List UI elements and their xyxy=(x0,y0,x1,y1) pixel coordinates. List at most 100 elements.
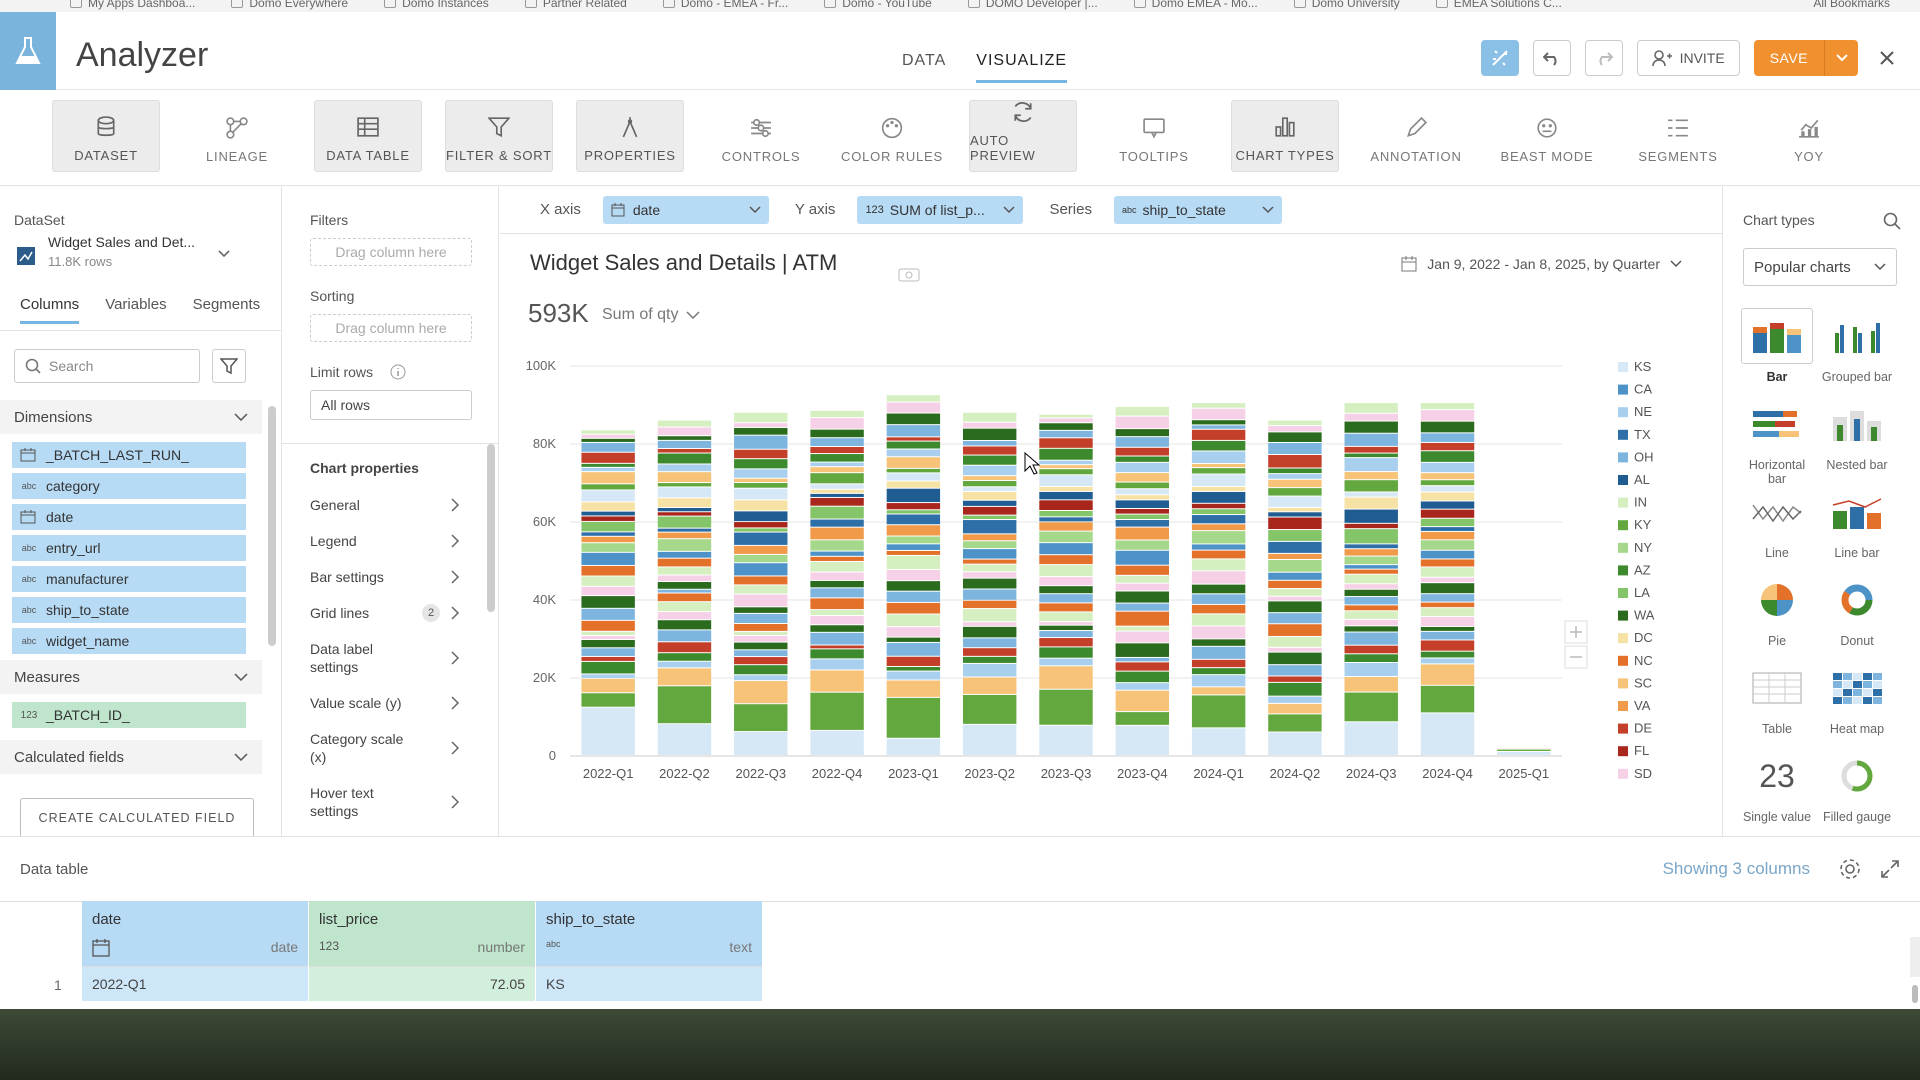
bar-segment[interactable] xyxy=(734,665,788,675)
bar-segment[interactable] xyxy=(734,613,788,624)
bar-segment[interactable] xyxy=(810,447,864,454)
chart-type-nested-bar[interactable]: Nested bar xyxy=(1821,396,1893,472)
bar-segment[interactable] xyxy=(1420,421,1475,433)
bookmark-item[interactable]: Domo - YouTube xyxy=(824,0,932,10)
legend-item[interactable]: KY xyxy=(1634,517,1652,532)
bar-segment[interactable] xyxy=(1115,690,1170,712)
info-icon[interactable] xyxy=(390,364,406,380)
bar-segment[interactable] xyxy=(1039,414,1093,418)
bar-segment[interactable] xyxy=(1115,489,1170,495)
bar-segment[interactable] xyxy=(1268,426,1322,432)
bar-segment[interactable] xyxy=(734,650,788,657)
bar-segment[interactable] xyxy=(886,642,941,656)
bar-segment[interactable] xyxy=(962,492,1017,500)
bar-segment[interactable] xyxy=(962,441,1017,446)
bar-segment[interactable] xyxy=(1115,657,1170,662)
bar-segment[interactable] xyxy=(1115,725,1170,755)
bar-segment[interactable] xyxy=(581,693,635,707)
bar-segment[interactable] xyxy=(1191,515,1246,524)
bar-segment[interactable] xyxy=(886,555,941,570)
bar-segment[interactable] xyxy=(734,576,788,585)
bar-segment[interactable] xyxy=(886,395,941,402)
bar-segment[interactable] xyxy=(657,472,712,483)
bar-segment[interactable] xyxy=(657,653,712,661)
bar-segment[interactable] xyxy=(1115,550,1170,565)
field-batch-id[interactable]: 123 _BATCH_ID_ xyxy=(12,702,246,728)
redo-button[interactable] xyxy=(1584,40,1623,76)
bar-segment[interactable] xyxy=(1039,448,1093,460)
bar-segment[interactable] xyxy=(1268,420,1322,426)
search-icon[interactable] xyxy=(1883,212,1901,230)
legend-item[interactable]: OH xyxy=(1634,449,1654,464)
bar-segment[interactable] xyxy=(657,436,712,440)
bar-segment[interactable] xyxy=(734,423,788,427)
bar-segment[interactable] xyxy=(1268,474,1322,479)
bar-segment[interactable] xyxy=(1420,658,1475,664)
bar-segment[interactable] xyxy=(657,551,712,558)
legend-item[interactable]: SD xyxy=(1634,766,1652,781)
bar-segment[interactable] xyxy=(962,480,1017,487)
bar-segment[interactable] xyxy=(1039,725,1093,755)
bar-segment[interactable] xyxy=(1268,676,1322,682)
bar-segment[interactable] xyxy=(581,620,635,631)
bar-segment[interactable] xyxy=(581,543,635,552)
bar-segment[interactable] xyxy=(1115,603,1170,611)
bar-segment[interactable] xyxy=(1344,433,1398,446)
dimensions-section[interactable]: Dimensions xyxy=(0,400,262,434)
bar-segment[interactable] xyxy=(1039,625,1093,631)
legend-item[interactable]: DC xyxy=(1634,630,1653,645)
bar-segment[interactable] xyxy=(734,478,788,482)
bar-segment[interactable] xyxy=(734,522,788,528)
bar-segment[interactable] xyxy=(1344,722,1398,755)
bar-segment[interactable] xyxy=(1420,685,1475,713)
bar-segment[interactable] xyxy=(1268,432,1322,442)
bar-segment[interactable] xyxy=(962,515,1017,520)
bar-segment[interactable] xyxy=(1344,632,1398,645)
bar-segment[interactable] xyxy=(962,549,1017,559)
bar-segment[interactable] xyxy=(1039,565,1093,577)
bar-segment[interactable] xyxy=(962,428,1017,441)
bar-segment[interactable] xyxy=(734,427,788,435)
bar-segment[interactable] xyxy=(1420,403,1475,410)
chart-type-filled-gauge[interactable]: Filled gauge xyxy=(1821,748,1893,824)
chart-type-line[interactable]: Line xyxy=(1741,484,1813,560)
bar-segment[interactable] xyxy=(1191,474,1246,486)
bar-segment[interactable] xyxy=(1115,437,1170,447)
bar-segment[interactable] xyxy=(657,508,712,512)
bar-segment[interactable] xyxy=(1191,451,1246,463)
bar-segment[interactable] xyxy=(1039,658,1093,666)
dataset-name[interactable]: Widget Sales and Det... xyxy=(48,234,195,250)
bar-segment[interactable] xyxy=(962,609,1017,622)
bar-segment[interactable] xyxy=(1191,594,1246,604)
bar-segment[interactable] xyxy=(657,582,712,589)
search-input[interactable]: Search xyxy=(14,349,200,383)
bar-segment[interactable] xyxy=(657,539,712,551)
bar-segment[interactable] xyxy=(657,420,712,427)
bar-segment[interactable] xyxy=(1420,531,1475,540)
bar-segment[interactable] xyxy=(1115,662,1170,671)
bar-segment[interactable] xyxy=(1344,597,1398,605)
legend-item[interactable]: LA xyxy=(1634,585,1650,600)
bar-segment[interactable] xyxy=(1420,583,1475,594)
bar-segment[interactable] xyxy=(886,614,941,627)
bar-segment[interactable] xyxy=(1115,527,1170,540)
bar-segment[interactable] xyxy=(1115,416,1170,429)
bar-segment[interactable] xyxy=(1420,492,1475,501)
bar-segment[interactable] xyxy=(1268,517,1322,530)
bar-segment[interactable] xyxy=(581,430,635,434)
bar-segment[interactable] xyxy=(962,589,1017,600)
bar-segment[interactable] xyxy=(734,624,788,631)
bar-segment[interactable] xyxy=(886,570,941,581)
bar-segment[interactable] xyxy=(886,437,941,441)
bar-segment[interactable] xyxy=(1039,475,1093,486)
bar-segment[interactable] xyxy=(1420,462,1475,473)
calculated-fields-section[interactable]: Calculated fields xyxy=(0,740,262,774)
legend-item[interactable]: TX xyxy=(1634,427,1651,442)
bar-segment[interactable] xyxy=(1420,433,1475,442)
bar-segment[interactable] xyxy=(1268,652,1322,665)
bar-segment[interactable] xyxy=(1191,584,1246,594)
bar-segment[interactable] xyxy=(1268,479,1322,488)
bar-segment[interactable] xyxy=(1344,565,1398,569)
bar-segment[interactable] xyxy=(1039,465,1093,469)
bookmark-item[interactable]: Domo Everywhere xyxy=(231,0,348,10)
